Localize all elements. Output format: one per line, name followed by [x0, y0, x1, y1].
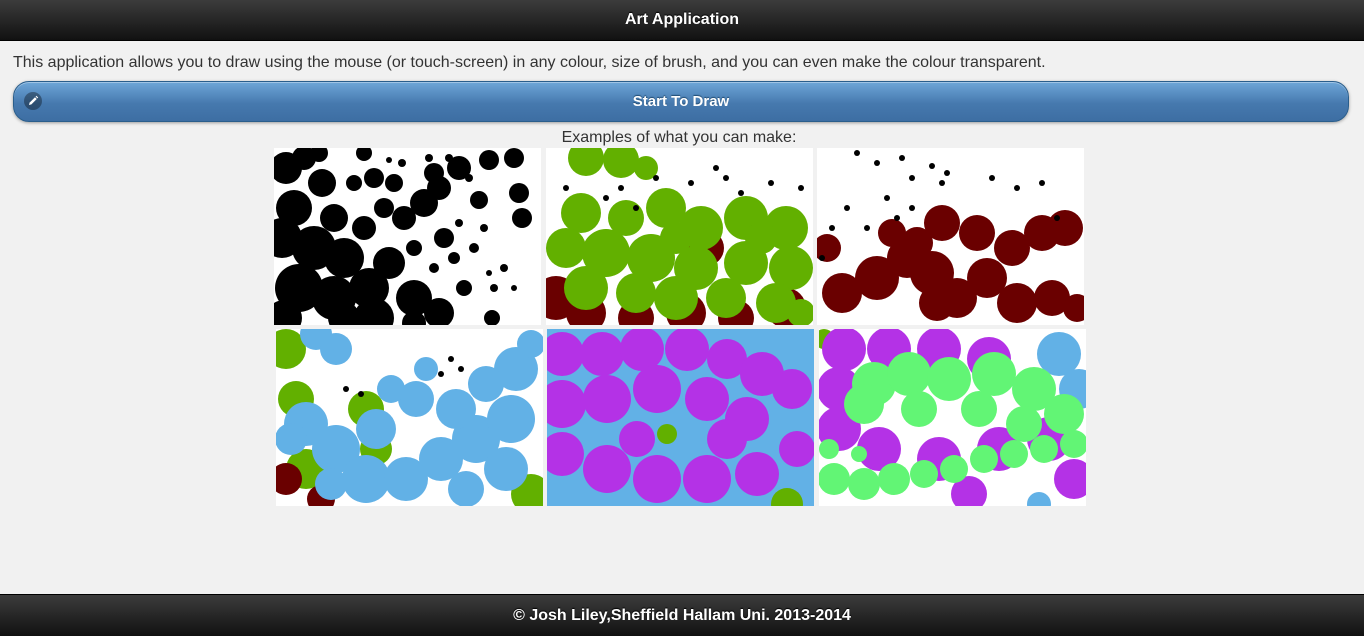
example-image-5 — [547, 329, 814, 506]
app-title: Art Application — [624, 11, 740, 28]
example-image-6 — [819, 329, 1086, 506]
start-to-draw-label: Start To Draw — [632, 93, 730, 110]
examples-gallery — [274, 148, 1086, 506]
example-image-2 — [546, 148, 813, 325]
app-footer: © Josh Liley,Sheffield Hallam Uni. 2013-… — [0, 594, 1364, 636]
app-header: Art Application — [0, 0, 1364, 41]
example-image-4 — [276, 329, 543, 506]
example-image-3 — [817, 148, 1084, 325]
pencil-icon — [24, 92, 42, 110]
start-to-draw-button[interactable]: Start To Draw — [13, 81, 1349, 122]
footer-text: © Josh Liley,Sheffield Hallam Uni. 2013-… — [513, 606, 851, 624]
intro-text: This application allows you to draw usin… — [13, 54, 1046, 71]
example-image-1 — [274, 148, 541, 325]
examples-heading: Examples of what you can make: — [561, 129, 797, 146]
